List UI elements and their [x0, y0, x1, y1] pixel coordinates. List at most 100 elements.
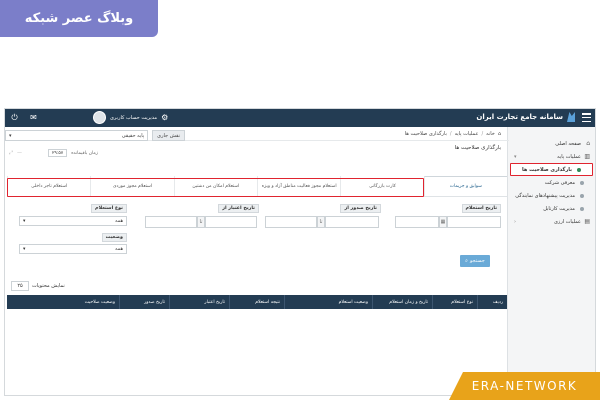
tab-domestic-trader[interactable]: استعلام تاجر داخلی	[7, 176, 90, 196]
sidebar: ⌂ صفحه اصلی ▥ عملیات پایه ▾ بارگذاری صلا…	[507, 127, 595, 395]
bullet-icon	[580, 180, 584, 185]
status-label: وضعیت	[101, 233, 127, 242]
filter-panel: تاریخ استعلام ▦ تاریخ صدور از تا تاریخ ا…	[5, 204, 509, 274]
chevron-down-icon: ▾	[9, 132, 12, 139]
validity-date-from-input[interactable]	[205, 216, 257, 228]
breadcrumb-item[interactable]: خانه	[486, 131, 495, 137]
bullet-icon	[580, 193, 584, 198]
current-role-button[interactable]: نقش جاری	[152, 130, 185, 141]
collapse-icon[interactable]: ⤢	[9, 150, 13, 156]
currency-icon: ▤	[584, 217, 590, 225]
search-icon: ⌕	[465, 258, 468, 264]
to-label: تا	[197, 216, 205, 228]
menu-icon[interactable]	[582, 113, 591, 122]
avatar[interactable]	[93, 111, 106, 124]
user-account-label[interactable]: مدیریت حساب کاربری	[110, 115, 157, 121]
validity-date-to-input[interactable]	[145, 216, 197, 228]
chevron-down-icon: ▾	[23, 218, 26, 224]
role-value: پایه حقیقی	[121, 132, 145, 139]
sidebar-item-label: مدیریت کارتابل	[543, 205, 575, 212]
column-header[interactable]: نتیجه استعلام	[229, 295, 284, 309]
status-value: همه	[115, 246, 123, 252]
validity-date-from-label: تاریخ اعتبار از	[218, 204, 259, 213]
sidebar-item-label: عملیات پایه	[557, 153, 581, 160]
power-icon[interactable]: ⏻	[9, 112, 20, 123]
inquiry-type-select[interactable]: همه ▾	[19, 216, 127, 226]
blog-banner: وبلاگ عصر شبکه	[0, 0, 158, 37]
brand: سامانه جامع تجارت ایران	[476, 112, 575, 122]
column-header[interactable]: ردیف	[477, 295, 507, 309]
page-title: بارگذاری صلاحیت ها	[454, 145, 501, 151]
role-select[interactable]: پایه حقیقی ▾	[5, 130, 149, 141]
column-header[interactable]: وضعیت استعلام	[284, 295, 372, 309]
brand-name: سامانه جامع تجارت ایران	[476, 113, 563, 121]
settings-icon[interactable]: ⚙	[161, 113, 168, 122]
sidebar-item-currency-operations[interactable]: ▤ عملیات ارزی ‹	[508, 215, 595, 228]
app-window: ⏻ ✉ ⚙ مدیریت حساب کاربری سامانه جامع تجا…	[4, 108, 596, 396]
sidebar-item-base-operations[interactable]: ▥ عملیات پایه ▾	[508, 150, 595, 163]
issue-date-from-label: تاریخ صدور از	[340, 204, 381, 213]
chart-icon: ▥	[584, 152, 590, 160]
tab-commercial-card[interactable]: کارت بازرگانی	[340, 176, 423, 196]
breadcrumb: ⌂ خانه / عملیات پایه / بارگذاری صلاحیت ه…	[5, 127, 509, 141]
mail-icon[interactable]: ✉	[28, 112, 39, 123]
inquiry-type-label: نوع استعلام	[91, 204, 127, 213]
time-remaining-value: ۲۹:۵۷	[48, 149, 68, 157]
tab-records-penalties[interactable]: سوابق و جریمات	[423, 176, 507, 196]
column-header[interactable]: نوع استعلام	[432, 295, 477, 309]
session-timer: ⤢ — ۲۹:۵۷ زمان باقیمانده	[9, 149, 98, 157]
tab-case-permit[interactable]: استعلام مجوز موردی	[90, 176, 173, 196]
bullet-icon	[577, 167, 581, 172]
issue-date-from-input[interactable]	[325, 216, 379, 228]
search-label: جستجو	[469, 258, 485, 264]
status-select[interactable]: همه ▾	[19, 244, 127, 254]
chevron-down-icon: ▾	[514, 153, 517, 160]
top-bar: ⏻ ✉ ⚙ مدیریت حساب کاربری سامانه جامع تجا…	[5, 109, 595, 127]
search-button[interactable]: جستجو ⌕	[460, 255, 490, 267]
inquiry-date-to-input[interactable]	[395, 216, 439, 228]
tab-free-zone-permit[interactable]: استعلام مجوز فعالیت مناطق آزاد و ویژه	[257, 176, 340, 196]
sidebar-item-label: بارگذاری صلاحیت ها	[522, 166, 572, 173]
chevron-down-icon: ▾	[23, 246, 26, 252]
column-header[interactable]: تاریخ صدور	[119, 295, 169, 309]
to-label: تا	[317, 216, 325, 228]
sidebar-item-competency-upload[interactable]: بارگذاری صلاحیت ها	[510, 163, 593, 176]
minimize-icon[interactable]: —	[17, 150, 22, 156]
sidebar-item-home[interactable]: ⌂ صفحه اصلی	[508, 137, 595, 150]
watermark: ERA-NETWORK	[449, 372, 600, 400]
sidebar-item-cartable[interactable]: مدیریت کارتابل	[508, 202, 595, 215]
tab-inquiry[interactable]: استعلام امکان من دشتین	[173, 176, 257, 196]
table-header: ردیف نوع استعلام تاریخ و زمان استعلام وض…	[7, 295, 507, 309]
breadcrumb-item: بارگذاری صلاحیت ها	[404, 130, 447, 137]
home-icon[interactable]: ⌂	[498, 131, 501, 137]
breadcrumb-item[interactable]: عملیات پایه	[455, 131, 479, 137]
bullet-icon	[580, 206, 584, 211]
sidebar-item-label: صفحه اصلی	[555, 140, 581, 147]
column-header[interactable]: تاریخ و زمان استعلام	[372, 295, 432, 309]
screenshot: وبلاگ عصر شبکه ⏻ ✉ ⚙ مدیریت حساب کاربری …	[0, 0, 600, 400]
calendar-icon[interactable]: ▦	[439, 216, 447, 228]
sidebar-item-label: معرفی شرکت	[544, 179, 575, 186]
user-menu[interactable]: ⚙ مدیریت حساب کاربری	[93, 111, 178, 124]
inquiry-date-input[interactable]	[447, 216, 501, 228]
issue-date-to-input[interactable]	[265, 216, 317, 228]
chevron-left-icon: ‹	[514, 218, 516, 225]
role-selector: نقش جاری پایه حقیقی ▾	[5, 129, 185, 142]
column-header[interactable]: تاریخ اعتبار	[169, 295, 229, 309]
sidebar-item-label: عملیات ارزی	[554, 218, 581, 225]
page-size-select[interactable]: ۲۵	[11, 281, 29, 291]
tabs: سوابق و جریمات کارت بازرگانی استعلام مجو…	[7, 176, 507, 197]
main-content: ⌂ خانه / عملیات پایه / بارگذاری صلاحیت ه…	[5, 127, 509, 395]
inquiry-date-label: تاریخ استعلام	[461, 204, 501, 213]
sidebar-item-company-intro[interactable]: معرفی شرکت	[508, 176, 595, 189]
brand-logo-icon	[567, 112, 575, 122]
page-size: نمایش محتویات ۲۵	[11, 281, 65, 291]
inquiry-type-value: همه	[115, 218, 123, 224]
page-size-label: نمایش محتویات	[32, 283, 65, 289]
sidebar-item-agency-proposals[interactable]: مدیریت پیشنهادهای نمایندگی	[508, 189, 595, 202]
column-header[interactable]: وضعیت صلاحیت	[7, 295, 119, 309]
page-size-value: ۲۵	[17, 283, 23, 289]
breadcrumb-separator: /	[481, 130, 484, 137]
time-remaining-label: زمان باقیمانده	[71, 150, 98, 156]
top-bar-actions: ⏻ ✉	[9, 112, 39, 123]
